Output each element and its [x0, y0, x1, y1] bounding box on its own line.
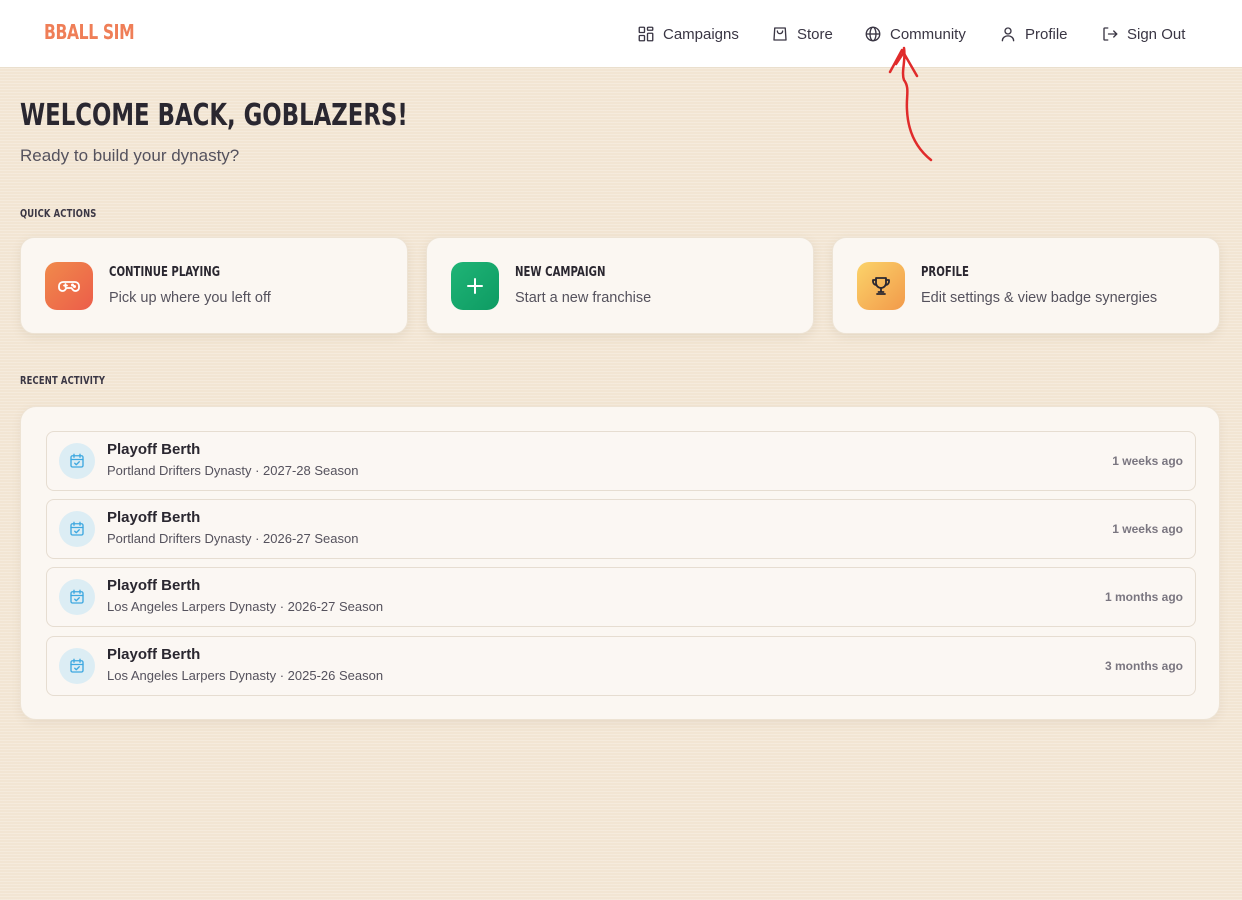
activity-title: Playoff Berth [107, 441, 201, 458]
nav-store-label: Store [797, 25, 833, 43]
activity-time: 1 months ago [1104, 590, 1183, 604]
profile-card[interactable]: PROFILE Edit settings & view badge syner… [832, 237, 1220, 334]
continue-playing-icon-tile [45, 262, 93, 310]
activity-time: 1 weeks ago [1112, 522, 1183, 536]
profile-card-desc: Edit settings & view badge synergies [921, 290, 1158, 306]
new-campaign-title: NEW CAMPAIGN [515, 265, 606, 280]
activity-subtitle: Portland Drifters Dynasty · 2026-27 Seas… [107, 531, 359, 546]
welcome-heading: WELCOME BACK, GOBLAZERS! [20, 98, 408, 133]
activity-time: 1 weeks ago [1112, 454, 1183, 468]
recent-activity-heading: RECENT ACTIVITY [20, 375, 106, 387]
brand-logo[interactable]: BBALL SIM [44, 20, 135, 44]
calendar-check-icon [70, 453, 84, 468]
activity-title: Playoff Berth [107, 577, 201, 594]
continue-playing-title: CONTINUE PLAYING [109, 265, 221, 280]
sign-out-icon [1103, 27, 1118, 41]
continue-playing-desc: Pick up where you left off [109, 290, 271, 306]
activity-item[interactable]: Playoff Berth Los Angeles Larpers Dynast… [46, 636, 1196, 696]
activity-title: Playoff Berth [107, 509, 201, 526]
campaigns-grid-icon [638, 26, 654, 42]
activity-subtitle: Portland Drifters Dynasty · 2027-28 Seas… [107, 463, 359, 478]
nav-store[interactable]: Store [771, 0, 833, 68]
trophy-icon [872, 277, 890, 295]
continue-playing-card[interactable]: CONTINUE PLAYING Pick up where you left … [20, 237, 408, 334]
top-navbar: BBALL SIM Campaigns Store Community Prof… [0, 0, 1242, 68]
activity-icon-badge [59, 579, 95, 615]
new-campaign-icon-tile [451, 262, 499, 310]
nav-sign-out-label: Sign Out [1127, 25, 1186, 43]
recent-activity-panel: Playoff Berth Portland Drifters Dynasty … [20, 406, 1220, 720]
calendar-check-icon [70, 658, 84, 673]
nav-sign-out[interactable]: Sign Out [1101, 0, 1185, 68]
activity-time: 3 months ago [1104, 659, 1183, 673]
activity-subtitle: Los Angeles Larpers Dynasty · 2026-27 Se… [107, 599, 384, 614]
profile-icon-tile [857, 262, 905, 310]
shopping-bag-icon [773, 27, 787, 41]
gamepad-icon [58, 281, 80, 292]
profile-card-title: PROFILE [921, 265, 969, 280]
activity-subtitle: Los Angeles Larpers Dynasty · 2025-26 Se… [107, 668, 384, 683]
activity-icon-badge [59, 648, 95, 684]
quick-actions-heading: QUICK ACTIONS [20, 208, 97, 220]
globe-icon [865, 26, 881, 42]
new-campaign-card[interactable]: NEW CAMPAIGN Start a new franchise [426, 237, 814, 334]
welcome-subtitle: Ready to build your dynasty? [20, 146, 240, 165]
user-icon [1001, 27, 1015, 42]
calendar-check-icon [70, 589, 84, 604]
nav-community-label: Community [890, 25, 966, 43]
nav-campaigns[interactable]: Campaigns [637, 0, 739, 68]
activity-icon-badge [59, 511, 95, 547]
activity-title: Playoff Berth [107, 646, 201, 663]
new-campaign-desc: Start a new franchise [515, 290, 652, 306]
calendar-check-icon [70, 521, 84, 536]
activity-item[interactable]: Playoff Berth Los Angeles Larpers Dynast… [46, 567, 1196, 627]
nav-profile[interactable]: Profile [999, 0, 1068, 68]
nav-profile-label: Profile [1025, 25, 1068, 43]
activity-item[interactable]: Playoff Berth Portland Drifters Dynasty … [46, 431, 1196, 491]
nav-community[interactable]: Community [864, 0, 966, 68]
activity-item[interactable]: Playoff Berth Portland Drifters Dynasty … [46, 499, 1196, 559]
activity-icon-badge [59, 443, 95, 479]
plus-icon [467, 278, 483, 294]
nav-campaigns-label: Campaigns [663, 25, 739, 43]
